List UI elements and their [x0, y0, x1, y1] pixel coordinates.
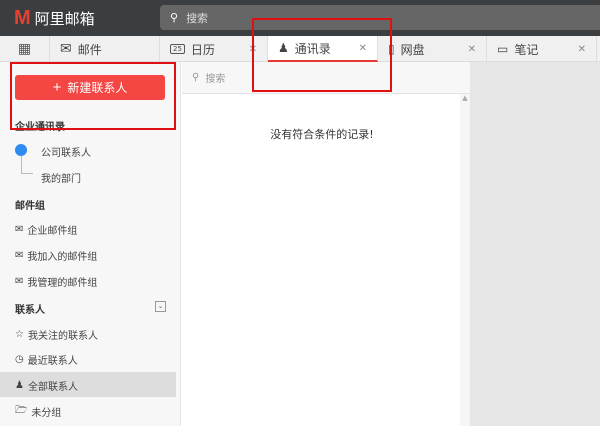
search-icon: ⚲: [192, 72, 200, 83]
sidebar: + 新建联系人 企业通讯录 公司联系人 我的部门 邮件组 ✉ 企业邮件组 ✉ 我加入的…: [0, 62, 181, 426]
logo[interactable]: M 阿里邮箱: [14, 7, 95, 30]
tab-notes[interactable]: ▭ 笔记 ✕: [487, 36, 597, 62]
tree-dot-icon: [15, 144, 27, 156]
contact-search-placeholder: 搜索: [205, 74, 226, 85]
tab-label: 邮件: [77, 42, 102, 57]
group-mail-icon: ✉: [15, 250, 24, 261]
top-bar: M 阿里邮箱 ⚲ 搜索: [0, 0, 600, 36]
search-icon: ⚲: [170, 11, 179, 24]
tab-label: 通讯录: [294, 41, 331, 56]
calendar-icon: 25: [170, 44, 185, 54]
logo-mark: M: [14, 7, 31, 29]
sidebar-item-joined-groups[interactable]: ✉ 我加入的邮件组: [15, 248, 97, 263]
item-label: 我关注的联系人: [27, 331, 98, 342]
grid-icon: ▦: [17, 41, 32, 57]
group-mail-icon: ✉: [15, 224, 24, 235]
contacts-heading: 联系人: [15, 305, 45, 316]
close-icon[interactable]: ✕: [578, 44, 586, 55]
new-contact-button[interactable]: + 新建联系人: [15, 75, 165, 100]
item-label: 未分组: [31, 408, 62, 419]
tree-line: [21, 156, 33, 174]
tab-calendar[interactable]: 25 日历 ✕: [160, 36, 268, 62]
tab-label: 日历: [190, 42, 215, 57]
app-title: 阿里邮箱: [34, 10, 95, 28]
global-search-input[interactable]: ⚲ 搜索: [160, 5, 600, 30]
sidebar-item-all-contacts[interactable]: ♟ 全部联系人: [15, 378, 78, 393]
empty-message: 没有符合条件的记录!: [270, 128, 374, 141]
scrollbar[interactable]: ▲: [460, 94, 470, 426]
global-search-placeholder: 搜索: [186, 11, 209, 25]
item-label: 全部联系人: [27, 382, 78, 393]
sidebar-item-recent-contacts[interactable]: ◷ 最近联系人: [15, 352, 78, 367]
tab-label: 网盘: [400, 42, 425, 57]
people-icon: ♟: [15, 380, 24, 391]
sidebar-item-ungrouped[interactable]: 🗁 未分组: [15, 403, 61, 420]
sidebar-item-my-department[interactable]: 我的部门: [41, 170, 81, 185]
tab-label: 笔记: [514, 42, 539, 57]
star-icon: ☆: [15, 329, 24, 340]
group-mail-icon: ✉: [15, 276, 24, 287]
chevron-down-icon[interactable]: ⌄: [155, 301, 166, 312]
close-icon[interactable]: ✕: [468, 44, 476, 55]
contacts-icon: ♟: [278, 41, 289, 55]
clock-icon: ◷: [15, 354, 24, 365]
tab-contacts[interactable]: ♟ 通讯录 ✕: [268, 36, 378, 62]
new-contact-label: 新建联系人: [67, 81, 128, 95]
groups-heading: 邮件组: [15, 201, 45, 212]
contact-list-panel: ⚲ 搜索 没有符合条件的记录! ▲: [182, 62, 470, 426]
org-directory-heading: 企业通讯录: [15, 122, 65, 133]
close-icon[interactable]: ✕: [359, 43, 367, 54]
notes-icon: ▭: [497, 42, 509, 56]
sidebar-item-managed-groups[interactable]: ✉ 我管理的邮件组: [15, 274, 97, 289]
mail-icon: ✉: [60, 41, 72, 57]
sidebar-item-starred-contacts[interactable]: ☆ 我关注的联系人: [15, 327, 98, 342]
item-label: 企业邮件组: [27, 226, 78, 237]
item-label: 我加入的邮件组: [27, 252, 98, 263]
sidebar-item-company-contacts[interactable]: 公司联系人: [41, 144, 91, 159]
sidebar-item-enterprise-groups[interactable]: ✉ 企业邮件组: [15, 222, 77, 237]
tab-drive[interactable]: ▯ 网盘 ✕: [378, 36, 487, 62]
plus-icon: +: [52, 79, 62, 96]
tab-mail[interactable]: ✉ 邮件: [50, 36, 160, 62]
item-label: 我管理的邮件组: [27, 278, 98, 289]
folder-icon: 🗁: [15, 405, 28, 416]
apps-grid-button[interactable]: ▦: [0, 36, 50, 62]
item-label: 最近联系人: [27, 356, 78, 367]
detail-panel: [470, 62, 600, 426]
close-icon[interactable]: ✕: [249, 44, 257, 55]
app-tabs: ▦ ✉ 邮件 25 日历 ✕ ♟ 通讯录 ✕ ▯ 网盘 ✕ ▭ 笔记 ✕: [0, 36, 600, 62]
contact-search-input[interactable]: ⚲ 搜索: [182, 62, 470, 94]
drive-icon: ▯: [388, 42, 395, 56]
